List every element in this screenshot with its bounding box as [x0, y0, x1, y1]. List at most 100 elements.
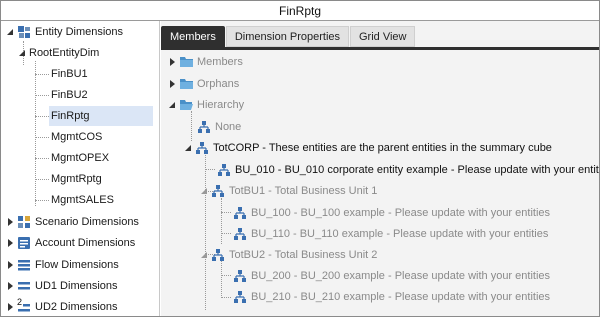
- caret-collapsed-icon[interactable]: [5, 238, 15, 248]
- sidebar-item-mgmtrptg[interactable]: MgmtRptg: [51, 169, 102, 189]
- caret-collapsed-icon[interactable]: [5, 260, 15, 270]
- tree-connector: [205, 169, 215, 170]
- tree-connector: [221, 261, 222, 298]
- tab-dimension-properties[interactable]: Dimension Properties: [225, 26, 349, 47]
- hierarchy-node-icon: [233, 206, 247, 220]
- tree-connector: [35, 95, 49, 96]
- tree-item-label: None: [215, 121, 242, 133]
- tree-item-label: BU_210 - BU_210 example - Please update …: [251, 291, 551, 303]
- caret-expanded-icon[interactable]: [183, 143, 193, 153]
- caret-expanded-icon[interactable]: [17, 48, 27, 58]
- sidebar-item-finbu2[interactable]: FinBU2: [51, 85, 88, 105]
- sidebar-item-entity-dimensions[interactable]: Entity Dimensions: [5, 22, 123, 42]
- sidebar-item-label: Scenario Dimensions: [35, 216, 139, 228]
- sidebar-item-label: MgmtOPEX: [51, 152, 110, 164]
- caret-expanded-icon[interactable]: [167, 100, 177, 110]
- caret-collapsed-icon[interactable]: [5, 217, 15, 227]
- flow-dimension-icon: [17, 258, 31, 272]
- caret-expanded-icon[interactable]: [199, 250, 209, 260]
- tree-item-hierarchy[interactable]: Hierarchy: [167, 95, 244, 115]
- tree-connector: [191, 111, 192, 141]
- tree-item-orphans[interactable]: Orphans: [167, 74, 239, 94]
- tree-connector: [221, 198, 222, 244]
- tree-item-members[interactable]: Members: [167, 52, 243, 72]
- tree-item-bu100[interactable]: BU_100 - BU_100 example - Please update …: [233, 203, 550, 223]
- sidebar-item-root-entity-dim[interactable]: RootEntityDim: [17, 43, 99, 63]
- sidebar-item-ud2-dimensions[interactable]: 2 UD2 Dimensions: [5, 297, 118, 316]
- members-panel: Members Dimension Properties Grid View M…: [161, 21, 599, 316]
- sidebar-item-mgmtcos[interactable]: MgmtCOS: [51, 127, 102, 147]
- sidebar-item-label: FinBU1: [51, 68, 88, 80]
- window-title: FinRptg: [1, 1, 599, 21]
- tree-item-totbu1[interactable]: TotBU1 - Total Business Unit 1: [199, 181, 377, 201]
- sidebar-item-label: RootEntityDim: [29, 47, 100, 59]
- tree-item-label: BU_100 - BU_100 example - Please update …: [251, 207, 551, 219]
- folder-icon: [179, 77, 193, 91]
- tree-item-label: TotCORP - These entities are the parent …: [213, 142, 552, 154]
- tree-item-bu200[interactable]: BU_200 - BU_200 example - Please update …: [233, 266, 550, 286]
- sidebar-item-mgmtsales[interactable]: MgmtSALES: [51, 190, 114, 210]
- tree-item-bu210[interactable]: BU_210 - BU_210 example - Please update …: [233, 287, 550, 307]
- caret-collapsed-icon[interactable]: [167, 79, 177, 89]
- tree-item-bu110[interactable]: BU_110 - BU_110 example - Please update …: [233, 224, 548, 244]
- tree-item-label: TotBU2 - Total Business Unit 2: [229, 249, 378, 261]
- dimension-library-panel: Entity Dimensions RootEntityDim FinBU1 F…: [1, 21, 160, 316]
- tree-item-totbu2[interactable]: TotBU2 - Total Business Unit 2: [199, 245, 377, 265]
- tree-item-label: BU_200 - BU_200 example - Please update …: [251, 270, 551, 282]
- hierarchy-node-icon: [233, 269, 247, 283]
- caret-collapsed-icon[interactable]: [5, 302, 15, 312]
- tree-connector: [35, 74, 49, 75]
- sidebar-item-label: MgmtSALES: [51, 194, 114, 206]
- caret-expanded-icon[interactable]: [5, 27, 15, 37]
- tree-connector: [35, 179, 49, 180]
- tree-connector: [205, 155, 206, 310]
- ud2-dimension-icon: 2: [17, 297, 31, 314]
- hierarchy-node-icon: [195, 141, 209, 155]
- tree-item-label: BU_010 - BU_010 corporate entity example…: [235, 164, 599, 176]
- sidebar-item-label: UD1 Dimensions: [35, 280, 118, 292]
- tree-item-bu010[interactable]: BU_010 - BU_010 corporate entity example…: [217, 160, 599, 180]
- hierarchy-node-icon: [211, 248, 225, 262]
- hierarchy-node-icon: [211, 184, 225, 198]
- sidebar-item-scenario-dimensions[interactable]: Scenario Dimensions: [5, 212, 139, 232]
- sidebar-item-label: MgmtRptg: [51, 173, 102, 185]
- sidebar-item-label: Flow Dimensions: [35, 259, 119, 271]
- sidebar-item-ud1-dimensions[interactable]: UD1 Dimensions: [5, 276, 118, 296]
- folder-icon: [179, 55, 193, 69]
- hierarchy-node-icon: [217, 163, 231, 177]
- caret-collapsed-icon[interactable]: [5, 281, 15, 291]
- tree-item-label: BU_110 - BU_110 example - Please update …: [251, 228, 549, 240]
- hierarchy-node-icon: [233, 290, 247, 304]
- sidebar-item-label: MgmtCOS: [51, 131, 103, 143]
- caret-collapsed-icon[interactable]: [167, 57, 177, 67]
- tree-connector: [221, 275, 231, 276]
- tree-item-none[interactable]: None: [197, 117, 241, 137]
- ud1-dimension-icon: [17, 279, 31, 293]
- tree-connector: [35, 137, 49, 138]
- tree-connector: [35, 200, 49, 201]
- caret-expanded-icon[interactable]: [199, 186, 209, 196]
- sidebar-item-finrptg[interactable]: FinRptg: [49, 106, 153, 126]
- sidebar-item-label: UD2 Dimensions: [35, 301, 118, 313]
- tab-members[interactable]: Members: [161, 26, 225, 47]
- account-dimension-icon: [17, 236, 31, 250]
- sidebar-item-mgmtopex[interactable]: MgmtOPEX: [51, 148, 109, 168]
- tab-grid-view[interactable]: Grid View: [350, 26, 416, 47]
- scenario-dimension-icon: [17, 215, 31, 229]
- sidebar-item-label: FinRptg: [51, 110, 90, 122]
- tree-connector: [221, 297, 231, 298]
- tree-item-totcorp[interactable]: TotCORP - These entities are the parent …: [183, 138, 552, 158]
- sidebar-item-finbu1[interactable]: FinBU1: [51, 64, 88, 84]
- tree-item-label: Orphans: [197, 78, 240, 90]
- sidebar-item-flow-dimensions[interactable]: Flow Dimensions: [5, 255, 119, 275]
- sidebar-item-label: Entity Dimensions: [35, 26, 124, 38]
- sidebar-item-label: FinBU2: [51, 89, 88, 101]
- hierarchy-node-icon: [233, 227, 247, 241]
- tree-item-label: TotBU1 - Total Business Unit 1: [229, 185, 378, 197]
- tree-connector: [35, 61, 36, 206]
- sidebar-item-label: Account Dimensions: [35, 237, 136, 249]
- tree-item-label: Members: [197, 56, 243, 68]
- tree-connector: [35, 158, 49, 159]
- entity-dimension-icon: [17, 25, 31, 39]
- sidebar-item-account-dimensions[interactable]: Account Dimensions: [5, 233, 135, 253]
